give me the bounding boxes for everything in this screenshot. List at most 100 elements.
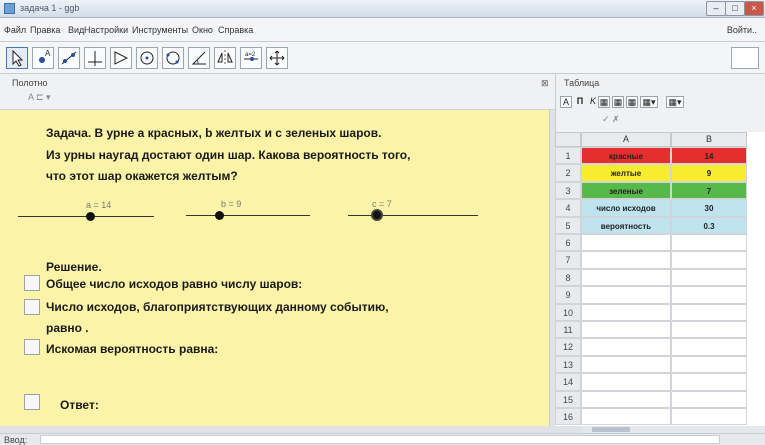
cell-a[interactable] (581, 234, 671, 252)
point-tool-icon[interactable]: A (32, 47, 54, 69)
cell-b[interactable]: 14 (671, 147, 747, 165)
ss-tool-align-left-icon[interactable]: ▦ (598, 96, 610, 108)
polygon-tool-icon[interactable] (110, 47, 132, 69)
checkbox-total-outcomes[interactable] (24, 275, 40, 291)
cell-b[interactable]: 7 (671, 181, 747, 200)
cell-b[interactable] (671, 408, 747, 426)
spreadsheet-scroll-thumb[interactable] (592, 427, 630, 432)
cell-a[interactable] (581, 303, 671, 321)
spreadsheet-grid[interactable]: A B 1 красные 14 2 желтые 9 3 зеленые 7 4 число ис… (555, 132, 765, 426)
row-header[interactable]: 13 (555, 355, 581, 374)
minimize-button[interactable]: – (706, 1, 726, 16)
cell-a[interactable]: вероятность (581, 216, 671, 234)
menu-edit[interactable]: Правка (30, 25, 60, 35)
slider-tool-icon[interactable]: a=2 (240, 47, 262, 69)
menu-view[interactable]: Вид (68, 25, 84, 35)
cell-a[interactable] (581, 251, 671, 269)
row-header[interactable]: 3 (555, 181, 581, 200)
row-header[interactable]: 7 (555, 251, 581, 269)
angle-tool-icon[interactable] (188, 47, 210, 69)
menu-tools[interactable]: Инструменты (132, 25, 188, 35)
move-view-icon[interactable] (266, 47, 288, 69)
row-header[interactable]: 5 (555, 216, 581, 234)
slider-b-track[interactable] (186, 215, 310, 216)
row-header[interactable]: 4 (555, 199, 581, 217)
cell-a[interactable] (581, 408, 671, 426)
ss-tool-border-icon[interactable]: ▦▾ (666, 96, 684, 108)
circle-tool-icon[interactable] (136, 47, 158, 69)
cell-b[interactable] (671, 390, 747, 408)
row-header[interactable]: 11 (555, 321, 581, 339)
graphics-close-icon[interactable]: ⊠ (541, 78, 549, 89)
menu-help[interactable]: Справка (218, 25, 253, 35)
menu-window[interactable]: Окно (192, 25, 213, 35)
row-header[interactable]: 8 (555, 268, 581, 287)
row-header[interactable]: 1 (555, 147, 581, 165)
input-bar-field[interactable] (40, 435, 720, 444)
row-header[interactable]: 2 (555, 164, 581, 182)
slider-c-track[interactable] (348, 215, 478, 216)
cell-a[interactable] (581, 286, 671, 304)
cell-b[interactable]: 0.3 (671, 216, 747, 234)
cell-b[interactable] (671, 321, 747, 339)
cell-b[interactable]: 9 (671, 164, 747, 182)
toolbar-options-icon[interactable] (731, 47, 759, 69)
cell-b[interactable] (671, 355, 747, 374)
cell-a[interactable] (581, 355, 671, 374)
cell-a[interactable]: красные (581, 147, 671, 165)
cell-a[interactable]: число исходов (581, 199, 671, 217)
spreadsheet-panel-title[interactable]: Таблица (564, 78, 599, 88)
cell-b[interactable] (671, 338, 747, 356)
menu-file[interactable]: Файл (4, 25, 26, 35)
cell-b[interactable] (671, 234, 747, 252)
ss-tool-fill-color-icon[interactable]: ▦▾ (640, 96, 658, 108)
graphics-style-bar[interactable]: A ⊏ ▾ (28, 92, 51, 103)
grid-corner[interactable] (555, 132, 581, 147)
cell-b[interactable] (671, 251, 747, 269)
graphics-canvas[interactable]: Задача. В урне а красных, b желтых и с з… (0, 110, 550, 426)
ss-tool-bold-icon[interactable]: П (574, 96, 586, 108)
cell-b[interactable]: 30 (671, 199, 747, 217)
cell-a[interactable] (581, 338, 671, 356)
cell-b[interactable] (671, 268, 747, 287)
maximize-button[interactable]: □ (725, 1, 745, 16)
row-header[interactable]: 10 (555, 303, 581, 321)
cell-a[interactable] (581, 373, 671, 391)
menu-settings[interactable]: Настройки (84, 25, 128, 35)
move-tool-icon[interactable] (6, 47, 28, 69)
spreadsheet-scrollbar[interactable] (582, 426, 765, 433)
cell-a[interactable]: желтые (581, 164, 671, 182)
ss-input-confirm[interactable]: ✓ ✗ (602, 114, 620, 125)
column-header-b[interactable]: B (671, 132, 747, 147)
cell-b[interactable] (671, 373, 747, 391)
row-header[interactable]: 14 (555, 373, 581, 391)
graphics-panel-title[interactable]: Полотно (12, 78, 48, 88)
row-header[interactable]: 12 (555, 338, 581, 356)
cell-a[interactable] (581, 268, 671, 287)
cell-a[interactable] (581, 390, 671, 408)
row-header[interactable]: 9 (555, 286, 581, 304)
close-window-button[interactable]: × (744, 1, 764, 16)
ss-tool-align-center-icon[interactable]: ▦ (612, 96, 624, 108)
row-header[interactable]: 16 (555, 408, 581, 426)
row-header[interactable]: 15 (555, 390, 581, 408)
slider-a-handle[interactable] (86, 212, 95, 221)
cell-b[interactable] (671, 303, 747, 321)
conic-tool-icon[interactable] (162, 47, 184, 69)
ss-tool-text-icon[interactable]: A (560, 96, 572, 108)
checkbox-probability[interactable] (24, 339, 40, 355)
line-tool-icon[interactable] (58, 47, 80, 69)
ss-tool-align-right-icon[interactable]: ▦ (626, 96, 638, 108)
perpendicular-line-icon[interactable] (84, 47, 106, 69)
cell-a[interactable]: зеленые (581, 181, 671, 200)
cell-a[interactable] (581, 321, 671, 339)
column-header-a[interactable]: A (581, 132, 671, 147)
login-button[interactable]: Войти.. (727, 25, 757, 35)
checkbox-favorable-outcomes[interactable] (24, 299, 40, 315)
row-header[interactable]: 6 (555, 234, 581, 252)
reflect-tool-icon[interactable] (214, 47, 236, 69)
cell-b[interactable] (671, 286, 747, 304)
slider-b-handle[interactable] (215, 211, 224, 220)
slider-c-handle[interactable] (371, 209, 383, 221)
checkbox-answer[interactable] (24, 394, 40, 410)
